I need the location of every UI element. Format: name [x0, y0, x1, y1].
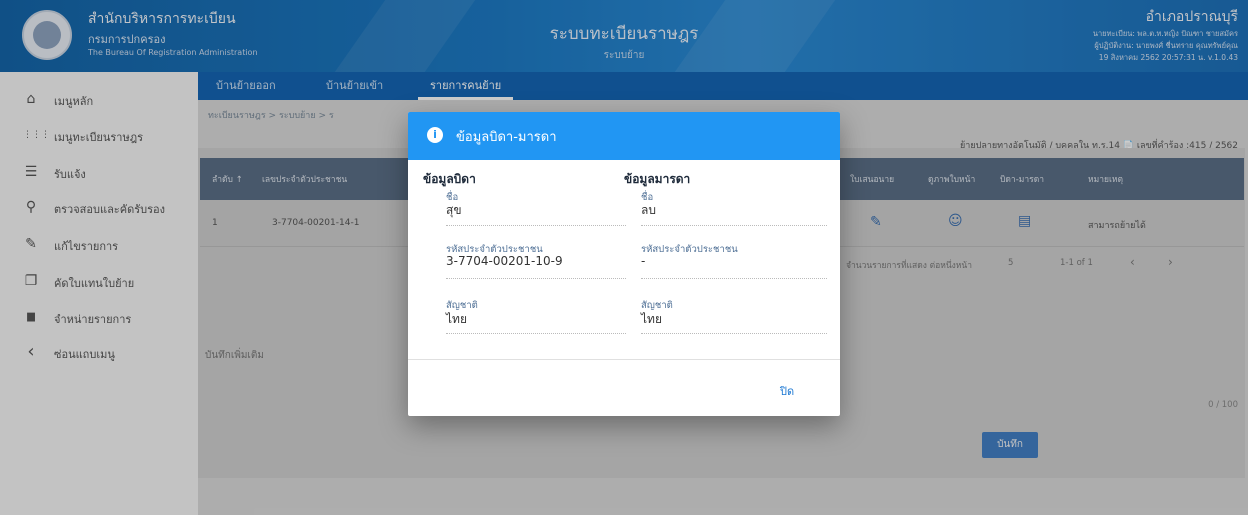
- field-underline: [446, 225, 626, 226]
- dialog-title: ข้อมูลบิดา-มารดา: [456, 130, 557, 145]
- dialog-header: i ข้อมูลบิดา-มารดา: [408, 112, 840, 160]
- field-underline: [446, 278, 626, 279]
- field-underline: [641, 225, 827, 226]
- father-name-value: สุข: [446, 203, 462, 217]
- field-underline: [446, 333, 626, 334]
- mother-section-title: ข้อมูลมารดา: [624, 172, 691, 186]
- father-pid-value: 3-7704-00201-10-9: [446, 254, 563, 268]
- info-icon: i: [427, 127, 443, 143]
- field-underline: [641, 333, 827, 334]
- mother-pid-value: -: [641, 254, 646, 268]
- dialog-footer-divider: [408, 359, 840, 360]
- father-section-title: ข้อมูลบิดา: [423, 172, 476, 186]
- mother-name-value: ลบ: [641, 203, 656, 217]
- mother-nationality-value: ไทย: [641, 312, 662, 326]
- field-underline: [641, 278, 827, 279]
- parents-info-dialog: i ข้อมูลบิดา-มารดา ข้อมูลบิดา ข้อมูลมารด…: [408, 112, 840, 416]
- father-nationality-value: ไทย: [446, 312, 467, 326]
- close-button[interactable]: ปิด: [780, 382, 794, 400]
- mother-pid-label: รหัสประจำตัวประชาชน: [641, 244, 738, 255]
